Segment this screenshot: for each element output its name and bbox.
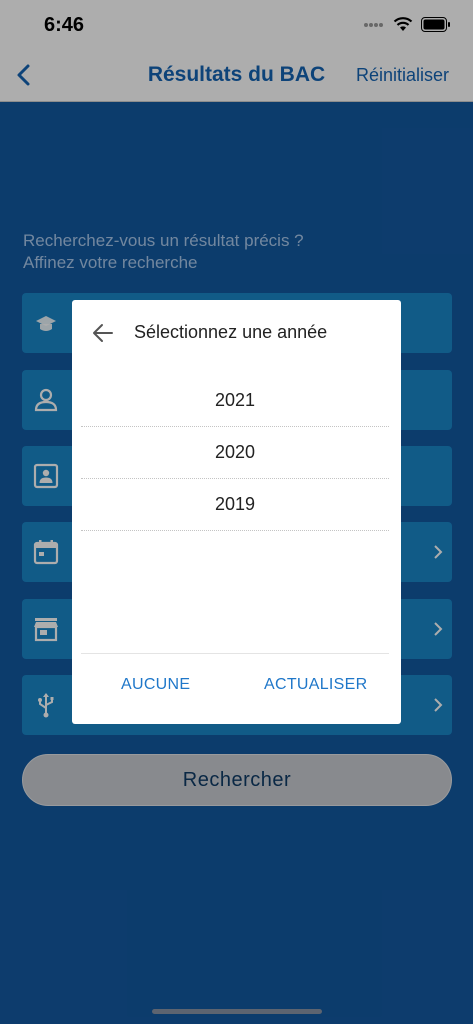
year-picker-dialog: Sélectionnez une année 2021 2020 2019 AU… <box>72 300 401 724</box>
year-option-2019[interactable]: 2019 <box>81 479 389 531</box>
none-button[interactable]: AUCUNE <box>121 676 190 694</box>
year-option-2020[interactable]: 2020 <box>81 427 389 479</box>
home-indicator[interactable] <box>152 1009 322 1014</box>
back-arrow-icon[interactable] <box>90 320 116 346</box>
update-button[interactable]: ACTUALISER <box>264 676 367 694</box>
dialog-title: Sélectionnez une année <box>134 322 328 342</box>
dialog-divider <box>81 653 389 654</box>
year-option-2021[interactable]: 2021 <box>81 375 389 427</box>
year-list: 2021 2020 2019 <box>81 375 389 531</box>
